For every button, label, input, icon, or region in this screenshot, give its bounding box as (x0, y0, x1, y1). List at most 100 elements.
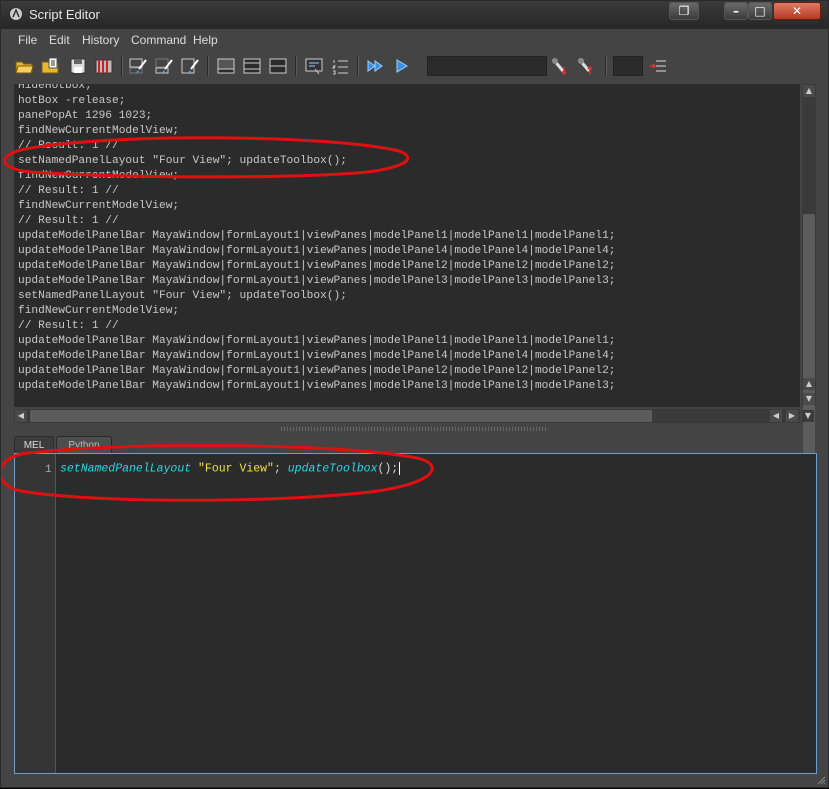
execute-all-icon (367, 60, 383, 72)
open-script-button[interactable] (13, 55, 35, 77)
history-line: findNewCurrentModelView; (18, 200, 180, 212)
goto-line-icon (650, 60, 666, 72)
save-script-button[interactable] (67, 55, 89, 77)
history-line: panePopAt 1296 1023; (18, 110, 153, 122)
show-history-only-icon (217, 58, 235, 74)
maximize-icon: □ (754, 4, 766, 18)
tab-python[interactable]: Python (56, 436, 112, 454)
search-next-icon (577, 58, 593, 74)
restore-down-button[interactable]: ❐ (669, 2, 699, 20)
minimize-icon: – (733, 4, 739, 18)
clear-history-button[interactable] (127, 55, 149, 77)
close-button[interactable]: ✕ (773, 2, 821, 20)
history-line: hotBox -release; (18, 95, 126, 107)
save-to-shelf-icon (95, 59, 113, 74)
toolbar-separator (295, 56, 297, 76)
menu-help[interactable]: Help (193, 33, 218, 47)
scroll-up-icon[interactable]: ▲ (803, 85, 815, 97)
show-line-numbers-icon (331, 60, 348, 75)
history-line: setNamedPanelLayout "Four View"; updateT… (18, 290, 347, 302)
open-script-icon (15, 61, 34, 74)
clear-history-icon (129, 58, 147, 74)
line-number-gutter: 1 (15, 454, 56, 773)
history-line: updateModelPanelBar MayaWindow|formLayou… (18, 380, 616, 392)
history-horizontal-scrollbar[interactable]: ◀ ◀ ▶ (14, 409, 800, 423)
toolbar-separator (121, 56, 123, 76)
execute-all-button[interactable] (365, 55, 387, 77)
code-token-command: setNamedPanelLayout (60, 462, 192, 476)
toolbar (9, 53, 822, 79)
maya-app-icon (10, 8, 22, 20)
show-both-button[interactable] (267, 55, 289, 77)
menu-command[interactable]: Command (131, 33, 186, 47)
history-line: updateModelPanelBar MayaWindow|formLayou… (18, 350, 616, 362)
clear-input-icon (155, 58, 173, 74)
scroll-down-icon[interactable]: ▼ (803, 393, 815, 405)
execute-icon (396, 59, 408, 73)
toolbar-separator (357, 56, 359, 76)
history-line: updateModelPanelBar MayaWindow|formLayou… (18, 230, 616, 242)
clear-all-button[interactable] (179, 55, 201, 77)
text-cursor (399, 462, 401, 475)
show-input-only-button[interactable] (241, 55, 263, 77)
scroll-left-icon[interactable]: ◀ (15, 410, 27, 422)
title-bar[interactable]: Script Editor ❐ – □ ✕ (1, 1, 828, 29)
toolbar-separator (207, 56, 209, 76)
close-icon: ✕ (791, 4, 803, 18)
clear-input-button[interactable] (153, 55, 175, 77)
history-line: // Result: 1 // (18, 185, 119, 197)
history-line: findNewCurrentModelView; (18, 170, 180, 182)
history-line: // Result: 1 // (18, 320, 119, 332)
scroll-left-icon[interactable]: ◀ (770, 410, 782, 422)
scroll-right-icon[interactable]: ▶ (786, 410, 798, 422)
history-line: findNewCurrentModelView; (18, 125, 180, 137)
show-both-icon (269, 58, 287, 74)
history-line: updateModelPanelBar MayaWindow|formLayou… (18, 365, 616, 377)
line-number: 1 (45, 464, 52, 476)
save-to-shelf-button[interactable] (93, 55, 115, 77)
menu-edit[interactable]: Edit (49, 33, 70, 47)
window-title: Script Editor (29, 7, 100, 22)
goto-line-field[interactable] (613, 56, 643, 76)
horizontal-scroll-thumb[interactable] (30, 410, 652, 422)
scroll-down-icon[interactable]: ▼ (802, 410, 814, 422)
search-prev-button[interactable] (549, 55, 571, 77)
show-input-only-icon (243, 58, 261, 74)
echo-all-commands-icon (305, 58, 323, 75)
script-editor-window: Script Editor ❐ – □ ✕ File Edit History … (0, 0, 829, 788)
search-prev-icon (551, 58, 567, 76)
execute-button[interactable] (391, 55, 413, 77)
code-token-string: "Four View" (198, 462, 274, 476)
show-line-numbers-button[interactable] (329, 55, 351, 77)
search-next-button[interactable] (575, 55, 597, 77)
search-field[interactable] (427, 56, 547, 76)
menu-history[interactable]: History (82, 33, 119, 47)
goto-line-button[interactable] (647, 55, 669, 77)
resize-grip-icon[interactable] (816, 775, 826, 785)
show-history-only-button[interactable] (215, 55, 237, 77)
history-line: HideHotbox; (18, 84, 92, 92)
source-script-button[interactable] (39, 55, 61, 77)
history-line: updateModelPanelBar MayaWindow|formLayou… (18, 275, 616, 287)
code-line[interactable]: setNamedPanelLayout "Four View"; updateT… (60, 462, 401, 476)
history-vertical-scrollbar[interactable]: ▲ ▲ ▼ (802, 84, 816, 454)
history-line: // Result: 1 // (18, 215, 119, 227)
history-line: updateModelPanelBar MayaWindow|formLayou… (18, 335, 616, 347)
minimize-button[interactable]: – (724, 2, 748, 20)
pane-splitter-handle[interactable] (281, 427, 546, 431)
code-token-separator: ; (273, 462, 288, 476)
save-script-icon (70, 58, 86, 74)
source-script-icon (41, 57, 59, 74)
script-input-area[interactable]: 1 setNamedPanelLayout "Four View"; updat… (14, 453, 817, 774)
scroll-up-icon[interactable]: ▲ (803, 378, 815, 390)
code-token-parens: (); (377, 462, 399, 476)
history-line: findNewCurrentModelView; (18, 305, 180, 317)
menu-file[interactable]: File (18, 33, 37, 47)
maximize-button[interactable]: □ (748, 2, 772, 20)
restore-down-icon: ❐ (678, 4, 690, 18)
history-line: updateModelPanelBar MayaWindow|formLayou… (18, 260, 616, 272)
echo-all-commands-button[interactable] (303, 55, 325, 77)
tab-mel[interactable]: MEL (14, 436, 54, 454)
history-line: setNamedPanelLayout "Four View"; updateT… (18, 155, 347, 167)
history-pane[interactable]: HideHotbox; hotBox -release; panePopAt 1… (14, 84, 800, 407)
